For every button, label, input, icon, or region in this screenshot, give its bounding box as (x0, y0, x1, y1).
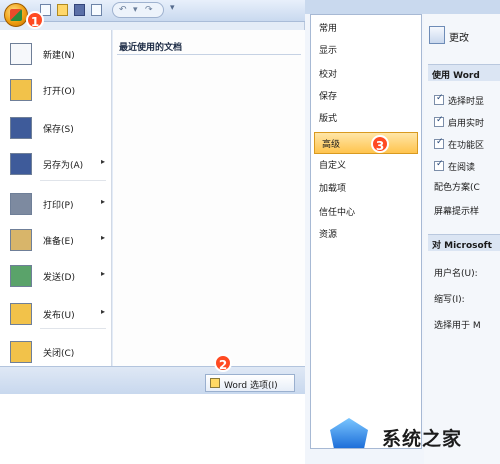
menu-item-label: 发送(D) (43, 273, 75, 283)
step-marker-1: 1 (26, 11, 44, 29)
menu-item-3[interactable]: 保存(S) (6, 110, 106, 146)
undo-dropdown-icon[interactable]: ▾ (133, 5, 138, 15)
prepare-icon (10, 229, 32, 251)
submenu-arrow-icon: ▸ (101, 307, 106, 316)
option-checkbox[interactable] (434, 160, 444, 171)
watermark-logo-icon (330, 418, 368, 448)
option-label: 选择时显 (448, 97, 485, 107)
word-options-button[interactable]: Word 选项(I) (205, 374, 295, 392)
section-header-microsoft: 对 Microsoft (428, 234, 500, 251)
category-list: 常用显示校对保存版式高级自定义加载项信任中心资源 (310, 14, 422, 449)
option-checkbox[interactable] (434, 116, 444, 127)
recent-documents-title: 最近使用的文档 (119, 43, 183, 53)
menu-item-6[interactable]: 准备(E) ▸ (6, 222, 106, 258)
save-as-icon (10, 153, 32, 175)
watermark: 系统之家 (322, 406, 500, 464)
print-preview-icon[interactable] (91, 4, 102, 16)
pane-header-text: 更改 (449, 33, 469, 44)
category-item[interactable]: 版式 (319, 111, 337, 127)
submenu-arrow-icon: ▸ (101, 269, 106, 278)
category-item[interactable]: 资源 (319, 227, 337, 243)
menu-item-9[interactable]: 关闭(C) (6, 334, 106, 370)
new-document-icon (10, 43, 32, 65)
print-icon (10, 193, 32, 215)
section-header-word: 使用 Word (428, 64, 500, 81)
send-icon (10, 265, 32, 287)
menu-item-label: 关闭(C) (43, 349, 75, 359)
menu-item-label: 保存(S) (43, 125, 74, 135)
publish-icon (10, 303, 32, 325)
category-item[interactable]: 校对 (319, 67, 337, 83)
category-item[interactable]: 保存 (319, 89, 337, 105)
menu-item-2[interactable]: 打开(O) (6, 72, 106, 108)
redo-icon[interactable]: ↷ (145, 5, 153, 15)
menu-item-1[interactable]: 新建(N) (6, 36, 106, 72)
option-row: 启用实时 (434, 116, 500, 130)
step-marker-2: 2 (214, 354, 232, 372)
watermark-text: 系统之家 (382, 428, 463, 450)
settings-pane: 更改 使用 Word 对 Microsoft 配色方案(C 屏幕提示样 用户名(… (424, 14, 500, 464)
recent-documents-panel: 最近使用的文档 (113, 30, 305, 366)
divider (117, 54, 301, 55)
initials-label: 缩写(I): (434, 295, 465, 305)
language-label: 选择用于 M (434, 321, 481, 331)
category-item[interactable]: 加载项 (319, 181, 346, 197)
category-item[interactable]: 信任中心 (319, 205, 355, 221)
category-item[interactable]: 常用 (319, 21, 337, 37)
option-row: 在阅读 (434, 160, 500, 174)
option-row: 选择时显 (434, 94, 500, 108)
step-marker-3: 3 (371, 135, 389, 153)
screentip-label: 屏幕提示样 (434, 207, 480, 217)
menu-item-8[interactable]: 发布(U) ▸ (6, 296, 106, 332)
submenu-arrow-icon: ▸ (101, 197, 106, 206)
save-icon[interactable] (74, 4, 85, 16)
menu-item-4[interactable]: 另存为(A) ▸ (6, 146, 106, 182)
word-options-dialog: 常用显示校对保存版式高级自定义加载项信任中心资源 更改 使用 Word 对 Mi… (305, 0, 500, 464)
category-item[interactable]: 自定义 (319, 158, 346, 174)
option-label: 在功能区 (448, 141, 485, 151)
menu-separator (40, 328, 106, 329)
menu-item-label: 发布(U) (43, 311, 75, 321)
customize-qat-icon[interactable]: ▾ (170, 3, 175, 13)
open-folder-icon[interactable] (57, 4, 68, 16)
option-label: 在阅读 (448, 163, 476, 173)
settings-icon (429, 26, 445, 44)
menu-item-label: 另存为(A) (43, 161, 84, 171)
undo-redo-group[interactable]: ↶ ▾ ↷ (112, 2, 164, 18)
category-advanced[interactable]: 高级 (314, 132, 418, 154)
menu-item-label: 打印(P) (43, 201, 74, 211)
menu-item-label: 打开(O) (43, 87, 76, 97)
option-checkbox[interactable] (434, 138, 444, 149)
menu-item-7[interactable]: 发送(D) ▸ (6, 258, 106, 294)
undo-icon[interactable]: ↶ (119, 5, 127, 15)
color-scheme-label: 配色方案(C (434, 183, 480, 193)
office-menu: ↶ ▾ ↷ ▾ 1 最近使用的文档 Word 选项(I) 2 新建(N) 打开(O… (0, 0, 305, 394)
menu-item-5[interactable]: 打印(P) ▸ (6, 186, 106, 222)
save-icon (10, 117, 32, 139)
option-row: 在功能区 (434, 138, 500, 152)
dialog-title-bar (305, 0, 500, 14)
word-options-label: Word 选项(I) (224, 381, 278, 391)
category-item[interactable]: 显示 (319, 43, 337, 59)
close-folder-icon (10, 341, 32, 363)
category-label: 高级 (322, 140, 341, 150)
username-label: 用户名(U): (434, 269, 478, 279)
option-checkbox[interactable] (434, 94, 444, 105)
menu-separator (40, 180, 106, 181)
option-label: 启用实时 (448, 119, 485, 129)
menu-item-label: 准备(E) (43, 237, 74, 247)
quick-access-toolbar: ↶ ▾ ↷ ▾ (0, 0, 305, 22)
menu-item-label: 新建(N) (43, 51, 75, 61)
word-options-icon (210, 378, 220, 388)
office-button[interactable] (4, 3, 28, 27)
submenu-arrow-icon: ▸ (101, 233, 106, 242)
office-logo-icon (10, 9, 22, 21)
open-folder-icon (10, 79, 32, 101)
submenu-arrow-icon: ▸ (101, 157, 106, 166)
